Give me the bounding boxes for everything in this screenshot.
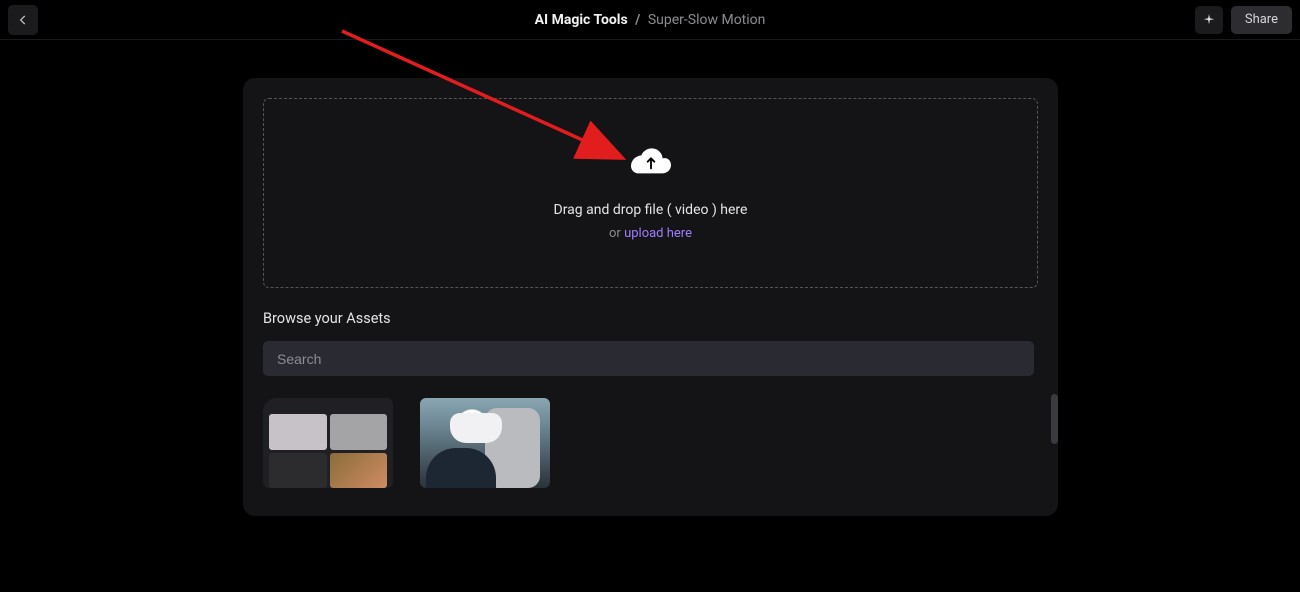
assets-title: Browse your Assets bbox=[263, 310, 1038, 327]
search-field-wrapper[interactable] bbox=[263, 341, 1034, 376]
breadcrumb-sub: Super-Slow Motion bbox=[648, 12, 766, 28]
main-panel: Drag and drop file ( video ) here or upl… bbox=[243, 78, 1058, 516]
breadcrumb-main[interactable]: AI Magic Tools bbox=[535, 12, 628, 28]
breadcrumb-separator: / bbox=[635, 12, 640, 28]
arrow-left-icon bbox=[16, 13, 30, 27]
header-left bbox=[8, 5, 38, 35]
share-button-label: Share bbox=[1245, 12, 1278, 27]
asset-thumbnail[interactable] bbox=[263, 398, 393, 488]
thumbnail-tile bbox=[330, 414, 388, 450]
dropzone-subtext: or upload here bbox=[609, 226, 692, 241]
thumbnail-shape bbox=[450, 413, 502, 443]
upload-dropzone[interactable]: Drag and drop file ( video ) here or upl… bbox=[263, 98, 1038, 288]
share-button[interactable]: Share bbox=[1231, 6, 1292, 34]
folder-preview-grid bbox=[269, 414, 387, 488]
folder-tab-icon bbox=[263, 398, 307, 412]
asset-thumbnail[interactable] bbox=[420, 398, 550, 488]
ai-sparkle-button[interactable] bbox=[1195, 6, 1223, 34]
assets-grid bbox=[263, 398, 1038, 488]
app-header: AI Magic Tools / Super-Slow Motion Share bbox=[0, 0, 1300, 40]
scrollbar-thumb[interactable] bbox=[1051, 394, 1058, 444]
upload-link[interactable]: upload here bbox=[624, 226, 692, 241]
dropzone-text: Drag and drop file ( video ) here bbox=[554, 202, 748, 218]
thumbnail-tile bbox=[330, 453, 388, 489]
back-button[interactable] bbox=[8, 5, 38, 35]
header-right: Share bbox=[1195, 6, 1292, 34]
thumbnail-tile bbox=[269, 453, 327, 489]
sparkle-icon bbox=[1202, 13, 1216, 27]
thumbnail-tile bbox=[269, 414, 327, 450]
breadcrumb: AI Magic Tools / Super-Slow Motion bbox=[535, 12, 766, 28]
dropzone-or: or bbox=[609, 226, 624, 241]
cloud-upload-icon bbox=[631, 146, 671, 174]
search-input[interactable] bbox=[277, 351, 1020, 367]
